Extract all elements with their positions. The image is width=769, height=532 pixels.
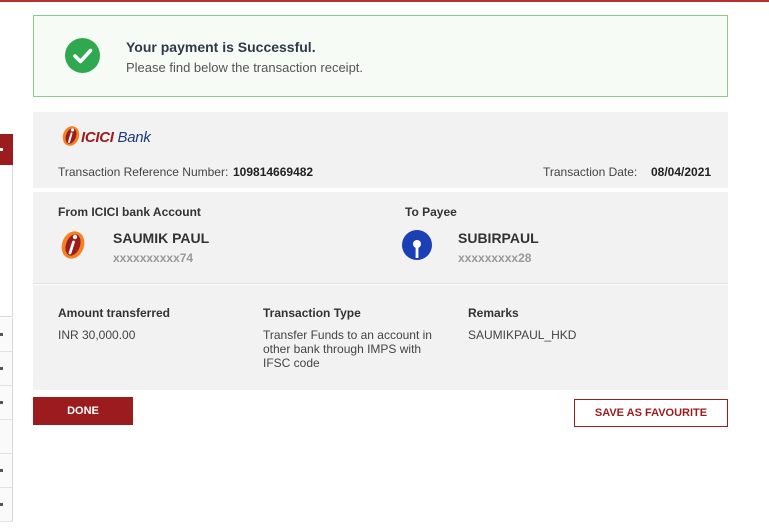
transaction-type-label: Transaction Type — [263, 306, 361, 320]
sidebar-item[interactable] — [0, 386, 13, 420]
ref-number-value: 109814669482 — [233, 165, 314, 179]
success-title: Your payment is Successful. — [126, 39, 316, 55]
sidebar-active-tab[interactable] — [0, 134, 13, 165]
to-payee-name: SUBIRPAUL — [458, 230, 539, 246]
transaction-type-value: Transfer Funds to an account in other ba… — [263, 328, 432, 370]
from-account-number: xxxxxxxxxx74 — [113, 251, 194, 265]
logo-text: ICICI Bank — [81, 129, 151, 146]
sidebar-item[interactable] — [0, 318, 13, 352]
transaction-date-label: Transaction Date: — [543, 165, 638, 179]
remarks-label: Remarks — [468, 306, 519, 320]
success-subtitle: Please find below the transaction receip… — [126, 60, 364, 75]
from-account-heading: From ICICI bank Account — [58, 205, 201, 219]
to-payee-number: xxxxxxxxx28 — [458, 251, 532, 265]
top-border — [0, 0, 769, 2]
success-alert: Your payment is Successful. Please find … — [33, 15, 728, 97]
amount-label: Amount transferred — [58, 306, 171, 320]
to-payee-heading: To Payee — [405, 205, 457, 219]
sidebar-panel — [0, 165, 13, 317]
sidebar-item[interactable] — [0, 488, 13, 522]
transaction-date-value: 08/04/2021 — [651, 165, 712, 179]
icici-logo-icon — [62, 126, 80, 146]
check-circle-icon — [65, 38, 100, 73]
sidebar-item[interactable] — [0, 420, 13, 454]
save-as-favourite-button[interactable]: SAVE AS FAVOURITE — [574, 399, 728, 427]
ref-number-label: Transaction Reference Number: — [58, 165, 229, 179]
sidebar-item[interactable] — [0, 454, 13, 488]
icici-logo-icon — [61, 231, 85, 259]
sidebar-item[interactable] — [0, 352, 13, 386]
transaction-details: Amount transferred INR 30,000.00 Transac… — [33, 285, 728, 390]
sbi-logo-icon — [402, 230, 432, 260]
remarks-value: SAUMIKPAUL_HKD — [468, 328, 577, 342]
done-button[interactable]: DONE — [33, 397, 133, 425]
receipt-header: ICICI Bank Transaction Reference Number:… — [33, 112, 728, 188]
from-account-name: SAUMIK PAUL — [113, 230, 210, 246]
accounts-section: From ICICI bank Account SAUMIK PAUL xxxx… — [33, 192, 728, 284]
icici-bank-logo: ICICI Bank — [61, 125, 181, 149]
amount-value: INR 30,000.00 — [58, 328, 136, 342]
